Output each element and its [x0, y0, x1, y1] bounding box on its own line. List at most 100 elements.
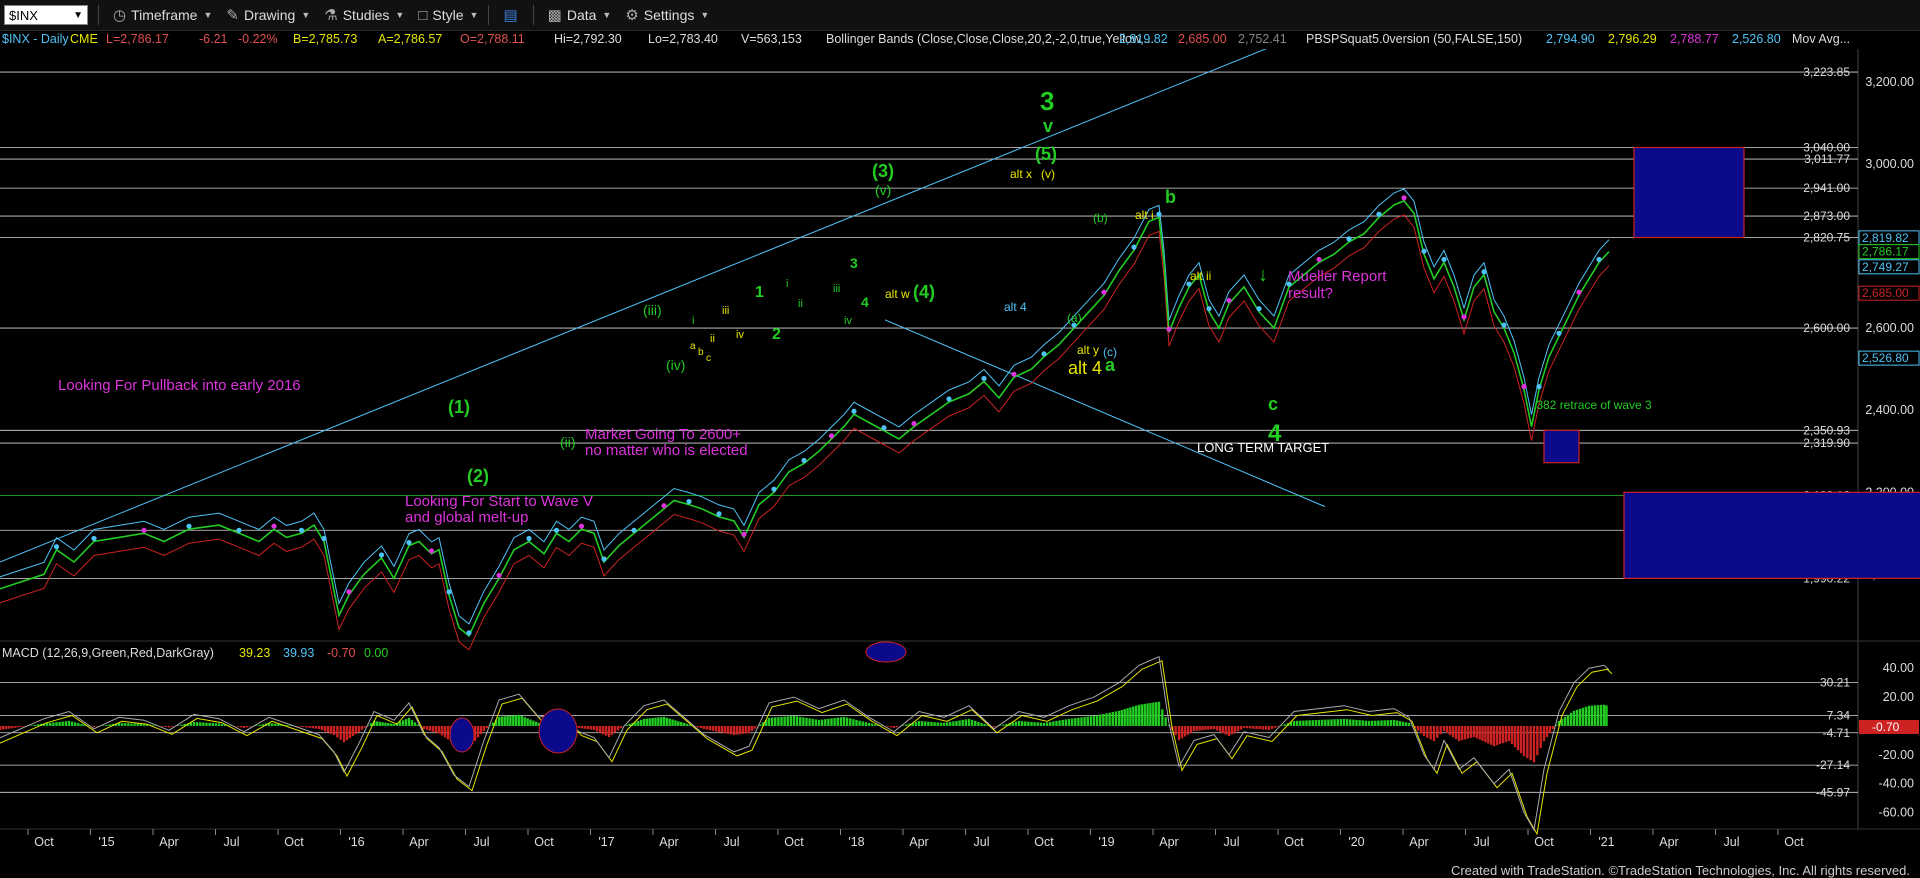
- window-layout-icon: ▤: [503, 7, 518, 24]
- info-last: L=2,786.17: [106, 32, 169, 46]
- toolbar-divider: [98, 5, 99, 25]
- time-tick-label: Oct: [1284, 835, 1304, 849]
- time-tick-label: '17: [598, 835, 614, 849]
- price-marker: [578, 523, 585, 529]
- pullback-label: Looking For Pullback into early 2016: [58, 377, 301, 394]
- price-marker: [601, 556, 607, 562]
- time-tick-label: '15: [98, 835, 114, 849]
- price-marker: [321, 535, 327, 542]
- timeframe-label: Timeframe: [131, 7, 198, 23]
- macd-title: MACD (12,26,9,Green,Red,DarkGray): [2, 646, 214, 660]
- wave-3p-label: (3): [872, 161, 894, 181]
- alt-ii-label: alt ii: [1190, 269, 1211, 283]
- chevron-down-icon: ▼: [469, 10, 479, 20]
- macd-value-1: 39.23: [239, 646, 270, 660]
- wave-i2-label: i: [786, 278, 788, 290]
- macd-circle-2: [538, 708, 578, 754]
- price-marker: [1556, 330, 1562, 336]
- time-tick-label: Apr: [159, 835, 178, 849]
- target-zone-box: [1623, 491, 1920, 579]
- market-label-2: no matter who is elected: [585, 442, 748, 459]
- time-tick-label: Oct: [34, 835, 54, 849]
- wave-c-label: c: [1268, 394, 1278, 414]
- time-tick-label: Jul: [1474, 835, 1490, 849]
- alt-x-label: alt x: [1010, 167, 1032, 181]
- wave-iii-small-label: iii: [722, 305, 729, 317]
- layout-button[interactable]: ▤: [503, 6, 522, 24]
- style-button[interactable]: □ Style ▼: [418, 7, 478, 24]
- gear-icon: ⚙: [625, 7, 639, 24]
- settings-button[interactable]: ⚙ Settings ▼: [625, 6, 709, 24]
- price-marker: [686, 498, 692, 505]
- drawing-button[interactable]: ✎ Drawing ▼: [226, 6, 310, 24]
- time-tick-label: '20: [1348, 835, 1364, 849]
- data-label: Data: [566, 7, 597, 23]
- wave-b-label: b: [1165, 187, 1176, 207]
- price-marker: [346, 589, 352, 595]
- time-tick-label: Oct: [1784, 835, 1804, 849]
- timeframe-button[interactable]: ◷ Timeframe ▼: [113, 6, 212, 24]
- price-hline-label: 2,941.00: [1803, 181, 1850, 195]
- time-tick-label: Jul: [1224, 835, 1240, 849]
- time-tick-label: Apr: [1409, 835, 1428, 849]
- price-marker: [881, 425, 887, 431]
- price-marker: [981, 375, 987, 382]
- studies-button[interactable]: ⚗ Studies ▼: [324, 6, 404, 24]
- mueller-label-1: Mueller Report: [1288, 268, 1387, 285]
- price-marker: [1206, 306, 1212, 312]
- chevron-down-icon[interactable]: ▼: [73, 10, 83, 21]
- price-marker: [661, 503, 667, 509]
- info-bid: B=2,785.73: [293, 32, 358, 46]
- macd-hline-label: -45.97: [1816, 785, 1850, 799]
- price-y-tick: 2,600.00: [1865, 321, 1914, 335]
- wave-a-small-label: a: [690, 341, 696, 352]
- time-tick-label: Apr: [1159, 835, 1178, 849]
- wave-1-label: 1: [755, 284, 764, 301]
- drawing-label: Drawing: [243, 7, 296, 23]
- wave-4-small-label: 4: [861, 294, 869, 310]
- price-marker: [1131, 244, 1137, 250]
- time-tick-label: Apr: [909, 835, 928, 849]
- market-label-1: Market Going To 2600+: [585, 426, 741, 443]
- price-marker: [1156, 211, 1162, 217]
- chart-area[interactable]: 3,223.853,040.003,011.772,941.002,873.00…: [0, 49, 1920, 864]
- price-marker: [91, 535, 97, 542]
- price-marker: [428, 548, 435, 554]
- clock-icon: ◷: [113, 7, 127, 24]
- info-pbs-v3: 2,788.77: [1670, 32, 1719, 46]
- alt-i-label: alt i: [1135, 208, 1154, 222]
- wave-3-small-label: 3: [850, 255, 858, 271]
- price-hline-label: 3,223.85: [1803, 65, 1850, 79]
- symbol-value: $INX: [9, 7, 38, 23]
- data-button[interactable]: ▩ Data ▼: [548, 6, 612, 24]
- retrace-label: .382 retrace of wave 3: [1533, 398, 1652, 412]
- wave-c-small-label: c: [706, 353, 711, 364]
- info-exchange: CME: [70, 32, 98, 46]
- price-hline-label: 2,319.90: [1803, 436, 1850, 450]
- brush-icon: □: [418, 6, 428, 24]
- price-marker: [1011, 371, 1017, 377]
- wave-2p-label: (2): [467, 466, 489, 486]
- price-marker: [851, 408, 857, 414]
- price-y-tick: 2,400.00: [1865, 403, 1914, 417]
- time-tick-label: Oct: [284, 835, 304, 849]
- macd-series: [0, 655, 1613, 836]
- price-marker: [1441, 256, 1447, 263]
- chevron-down-icon: ▼: [395, 10, 405, 20]
- info-change: -6.21: [199, 32, 228, 46]
- wave-iv-label: (iv): [666, 357, 685, 373]
- toolbar-divider: [532, 5, 534, 25]
- price-marker: [53, 544, 60, 550]
- price-marker: [716, 511, 722, 517]
- symbol-input[interactable]: $INX ▼: [4, 5, 88, 25]
- time-tick-label: Jul: [474, 835, 490, 849]
- price-marker: [526, 535, 532, 542]
- info-bb-v2: 2,685.00: [1178, 32, 1227, 46]
- price-marker: [141, 527, 147, 533]
- info-symbol: $INX - Daily: [2, 32, 69, 46]
- time-tick-label: Apr: [1659, 835, 1678, 849]
- toolbar-divider: [488, 5, 490, 25]
- start-label-1: Looking For Start to Wave V: [405, 493, 593, 510]
- style-label: Style: [432, 7, 464, 23]
- alt-4-small-label: alt 4: [1004, 300, 1027, 314]
